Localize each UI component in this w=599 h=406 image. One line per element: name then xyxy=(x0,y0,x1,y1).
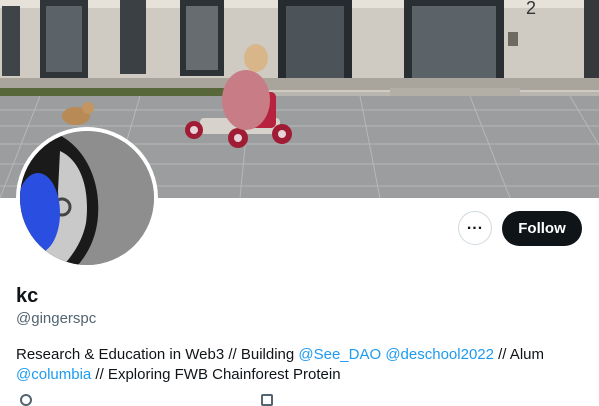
user-handle: @gingerspc xyxy=(16,310,97,327)
avatar[interactable] xyxy=(20,131,154,265)
location-icon xyxy=(20,394,32,406)
bio-text: // Exploring FWB Chainforest Protein xyxy=(91,366,341,383)
mention-columbia[interactable]: @columbia xyxy=(16,366,91,383)
profile-bio: Research & Education in Web3 // Building… xyxy=(16,345,576,385)
follow-button[interactable]: Follow xyxy=(502,211,582,246)
mention-deschool[interactable]: @deschool2022 xyxy=(385,346,494,363)
calendar-icon xyxy=(261,394,273,406)
building-number: 2 xyxy=(526,0,536,18)
avatar-frame[interactable] xyxy=(16,127,158,269)
bio-text: // Alum xyxy=(493,346,544,363)
more-options-button[interactable]: ... xyxy=(458,211,492,245)
mention-see-dao[interactable]: @See_DAO xyxy=(298,346,381,363)
profile-meta-row xyxy=(16,394,576,406)
bio-text: Research & Education in Web3 // Building xyxy=(16,346,299,363)
display-name: kc xyxy=(16,285,39,307)
more-options-icon: ... xyxy=(466,216,484,233)
